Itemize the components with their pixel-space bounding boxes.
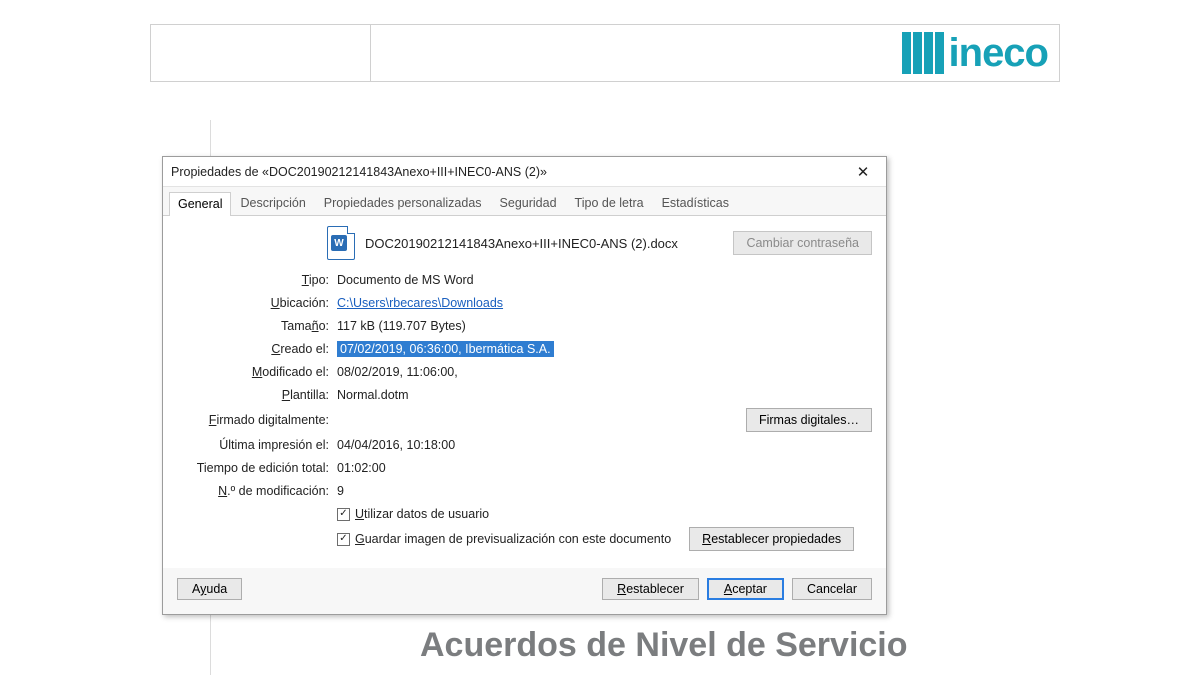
value-type: Documento de MS Word	[337, 273, 872, 287]
tab-content: W DOC20190212141843Anexo+III+INEC0-ANS (…	[163, 216, 886, 568]
location-link[interactable]: C:\Users\rbecares\Downloads	[337, 296, 503, 310]
checkbox-userdata-label: Utilizar datos de usuario	[355, 507, 489, 521]
dialog-title: Propiedades de «DOC20190212141843Anexo+I…	[171, 165, 848, 179]
digital-signatures-button[interactable]: Firmas digitales…	[746, 408, 872, 432]
close-button[interactable]: ✕	[848, 160, 878, 184]
document-title: Acuerdos de Nivel de Servicio	[420, 626, 908, 665]
reset-properties-button[interactable]: Restablecer propiedades	[689, 527, 854, 551]
change-password-button: Cambiar contraseña	[733, 231, 872, 255]
value-lastprint: 04/04/2016, 10:18:00	[337, 438, 872, 452]
label-signed: Firmado digitalmente:	[177, 413, 337, 427]
ineco-logo: ineco	[902, 24, 1060, 82]
tab-security[interactable]: Seguridad	[491, 191, 566, 215]
label-template: Plantilla:	[177, 388, 337, 402]
tab-general[interactable]: General	[169, 192, 231, 216]
reset-button[interactable]: Restablecer	[602, 578, 699, 600]
label-revision: N.º de modificación:	[177, 484, 337, 498]
check-icon: ✓	[337, 533, 350, 546]
close-icon: ✕	[857, 163, 870, 181]
label-lastprint: Última impresión el:	[177, 438, 337, 452]
tabs: General Descripción Propiedades personal…	[163, 187, 886, 216]
file-row: W DOC20190212141843Anexo+III+INEC0-ANS (…	[327, 226, 872, 260]
help-button[interactable]: Ayuda	[177, 578, 242, 600]
checkbox-preview-label: Guardar imagen de previsualización con e…	[355, 532, 671, 546]
file-name: DOC20190212141843Anexo+III+INEC0-ANS (2)…	[365, 236, 678, 251]
value-location: C:\Users\rbecares\Downloads	[337, 296, 872, 310]
label-created: Creado el:	[177, 342, 337, 356]
checkbox-userdata[interactable]: ✓ Utilizar datos de usuario	[337, 507, 489, 521]
logo-text: ineco	[949, 31, 1048, 76]
value-created[interactable]: 07/02/2019, 06:36:00, Ibermática S.A.	[337, 341, 554, 357]
label-type: Tipo:	[177, 273, 337, 287]
value-revision: 9	[337, 484, 872, 498]
cancel-button[interactable]: Cancelar	[792, 578, 872, 600]
word-file-icon: W	[327, 226, 355, 260]
tab-custom-properties[interactable]: Propiedades personalizadas	[315, 191, 491, 215]
value-size: 117 kB (119.707 Bytes)	[337, 319, 872, 333]
tab-font[interactable]: Tipo de letra	[566, 191, 653, 215]
value-edit-time: 01:02:00	[337, 461, 872, 475]
label-edit-time: Tiempo de edición total:	[177, 461, 337, 475]
dialog-titlebar[interactable]: Propiedades de «DOC20190212141843Anexo+I…	[163, 157, 886, 187]
value-modified: 08/02/2019, 11:06:00,	[337, 365, 872, 379]
label-modified: Modificado el:	[177, 365, 337, 379]
properties-dialog: Propiedades de «DOC20190212141843Anexo+I…	[162, 156, 887, 615]
ok-button[interactable]: Aceptar	[707, 578, 784, 600]
value-template: Normal.dotm	[337, 388, 872, 402]
checkbox-preview[interactable]: ✓ Guardar imagen de previsualización con…	[337, 532, 671, 546]
dialog-footer: Ayuda Restablecer Aceptar Cancelar	[163, 568, 886, 614]
check-icon: ✓	[337, 508, 350, 521]
tab-description[interactable]: Descripción	[231, 191, 314, 215]
tab-statistics[interactable]: Estadísticas	[653, 191, 738, 215]
label-location: Ubicación:	[177, 296, 337, 310]
label-size: Tamaño:	[177, 319, 337, 333]
